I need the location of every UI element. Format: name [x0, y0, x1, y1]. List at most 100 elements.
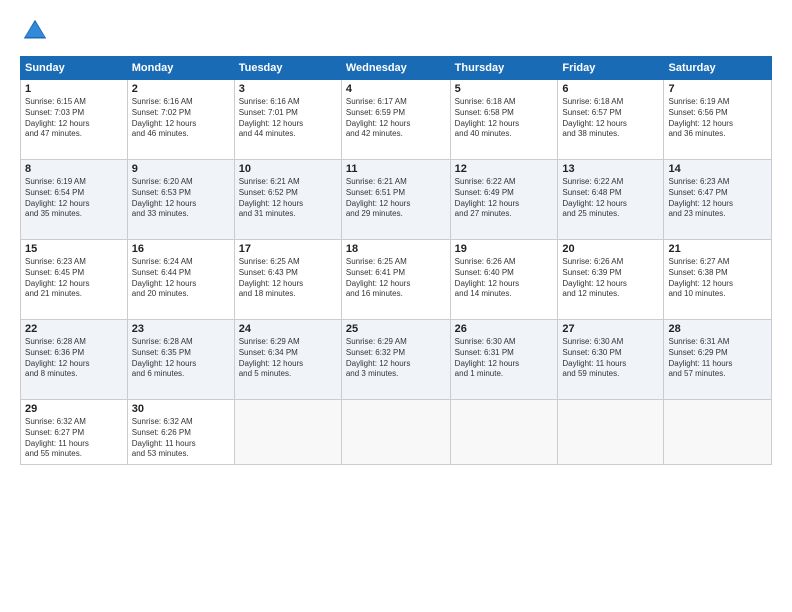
day-number: 5: [455, 83, 554, 95]
calendar-cell: 10Sunrise: 6:21 AM Sunset: 6:52 PM Dayli…: [234, 160, 341, 240]
header: [20, 16, 772, 46]
day-info: Sunrise: 6:26 AM Sunset: 6:39 PM Dayligh…: [562, 257, 659, 300]
calendar-week-row: 22 Sunrise: 6:28 AM Sunset: 6:36 PM Dayli…: [21, 320, 772, 400]
calendar-cell: 12Sunrise: 6:22 AM Sunset: 6:49 PM Dayli…: [450, 160, 558, 240]
calendar-cell: [664, 400, 772, 465]
day-info: Sunrise: 6:19 AM Sunset: 6:56 PM Dayligh…: [668, 97, 767, 140]
day-number: 3: [239, 83, 337, 95]
day-number: 20: [562, 243, 659, 255]
calendar-cell: [558, 400, 664, 465]
calendar-cell: 18 Sunrise: 6:25 AM Sunset: 6:41 PM Dayli…: [341, 240, 450, 320]
calendar-cell: 20 Sunrise: 6:26 AM Sunset: 6:39 PM Dayli…: [558, 240, 664, 320]
calendar-week-row: 1Sunrise: 6:15 AM Sunset: 7:03 PM Daylig…: [21, 80, 772, 160]
day-number: 25: [346, 323, 446, 335]
calendar-cell: 15Sunrise: 6:23 AM Sunset: 6:45 PM Dayli…: [21, 240, 128, 320]
day-number: 11: [346, 163, 446, 175]
calendar-cell: 9Sunrise: 6:20 AM Sunset: 6:53 PM Daylig…: [127, 160, 234, 240]
calendar-cell: [341, 400, 450, 465]
day-info: Sunrise: 6:16 AM Sunset: 7:02 PM Dayligh…: [132, 97, 230, 140]
day-number: 30: [132, 403, 230, 415]
day-number: 6: [562, 83, 659, 95]
day-number: 24: [239, 323, 337, 335]
calendar-cell: 25 Sunrise: 6:29 AM Sunset: 6:32 PM Dayli…: [341, 320, 450, 400]
weekday-header-row: SundayMondayTuesdayWednesdayThursdayFrid…: [21, 57, 772, 80]
day-info: Sunrise: 6:30 AM Sunset: 6:30 PM Dayligh…: [562, 337, 659, 380]
calendar-cell: 27 Sunrise: 6:30 AM Sunset: 6:30 PM Dayli…: [558, 320, 664, 400]
day-info: Sunrise: 6:17 AM Sunset: 6:59 PM Dayligh…: [346, 97, 446, 140]
day-info: Sunrise: 6:23 AM Sunset: 6:45 PM Dayligh…: [25, 257, 123, 300]
logo-icon: [20, 16, 50, 46]
day-number: 23: [132, 323, 230, 335]
day-number: 4: [346, 83, 446, 95]
day-info: Sunrise: 6:32 AM Sunset: 6:27 PM Dayligh…: [25, 417, 123, 460]
day-info: Sunrise: 6:32 AM Sunset: 6:26 PM Dayligh…: [132, 417, 230, 460]
calendar-cell: 14Sunrise: 6:23 AM Sunset: 6:47 PM Dayli…: [664, 160, 772, 240]
day-number: 26: [455, 323, 554, 335]
day-info: Sunrise: 6:26 AM Sunset: 6:40 PM Dayligh…: [455, 257, 554, 300]
calendar-week-row: 8 Sunrise: 6:19 AM Sunset: 6:54 PM Daylig…: [21, 160, 772, 240]
day-info: Sunrise: 6:21 AM Sunset: 6:52 PM Dayligh…: [239, 177, 337, 220]
calendar-cell: 6 Sunrise: 6:18 AM Sunset: 6:57 PM Daylig…: [558, 80, 664, 160]
calendar-cell: 2 Sunrise: 6:16 AM Sunset: 7:02 PM Daylig…: [127, 80, 234, 160]
calendar-cell: 21 Sunrise: 6:27 AM Sunset: 6:38 PM Dayli…: [664, 240, 772, 320]
calendar-cell: 11 Sunrise: 6:21 AM Sunset: 6:51 PM Dayli…: [341, 160, 450, 240]
day-number: 18: [346, 243, 446, 255]
calendar-cell: [234, 400, 341, 465]
calendar-week-row: 15Sunrise: 6:23 AM Sunset: 6:45 PM Dayli…: [21, 240, 772, 320]
day-info: Sunrise: 6:30 AM Sunset: 6:31 PM Dayligh…: [455, 337, 554, 380]
day-info: Sunrise: 6:21 AM Sunset: 6:51 PM Dayligh…: [346, 177, 446, 220]
day-info: Sunrise: 6:25 AM Sunset: 6:43 PM Dayligh…: [239, 257, 337, 300]
day-info: Sunrise: 6:29 AM Sunset: 6:32 PM Dayligh…: [346, 337, 446, 380]
calendar-cell: 3 Sunrise: 6:16 AM Sunset: 7:01 PM Daylig…: [234, 80, 341, 160]
calendar-cell: 7 Sunrise: 6:19 AM Sunset: 6:56 PM Daylig…: [664, 80, 772, 160]
weekday-header-saturday: Saturday: [664, 57, 772, 80]
calendar-cell: [450, 400, 558, 465]
day-info: Sunrise: 6:16 AM Sunset: 7:01 PM Dayligh…: [239, 97, 337, 140]
day-number: 1: [25, 83, 123, 95]
day-number: 7: [668, 83, 767, 95]
calendar-table: SundayMondayTuesdayWednesdayThursdayFrid…: [20, 56, 772, 465]
day-info: Sunrise: 6:18 AM Sunset: 6:57 PM Dayligh…: [562, 97, 659, 140]
day-number: 13: [562, 163, 659, 175]
calendar-cell: 1Sunrise: 6:15 AM Sunset: 7:03 PM Daylig…: [21, 80, 128, 160]
calendar-cell: 29 Sunrise: 6:32 AM Sunset: 6:27 PM Dayli…: [21, 400, 128, 465]
day-number: 27: [562, 323, 659, 335]
day-info: Sunrise: 6:24 AM Sunset: 6:44 PM Dayligh…: [132, 257, 230, 300]
calendar-cell: 28Sunrise: 6:31 AM Sunset: 6:29 PM Dayli…: [664, 320, 772, 400]
day-info: Sunrise: 6:25 AM Sunset: 6:41 PM Dayligh…: [346, 257, 446, 300]
day-info: Sunrise: 6:31 AM Sunset: 6:29 PM Dayligh…: [668, 337, 767, 380]
day-number: 17: [239, 243, 337, 255]
weekday-header-friday: Friday: [558, 57, 664, 80]
day-number: 12: [455, 163, 554, 175]
day-number: 9: [132, 163, 230, 175]
day-number: 16: [132, 243, 230, 255]
weekday-header-sunday: Sunday: [21, 57, 128, 80]
day-number: 2: [132, 83, 230, 95]
calendar-cell: 4 Sunrise: 6:17 AM Sunset: 6:59 PM Daylig…: [341, 80, 450, 160]
day-info: Sunrise: 6:28 AM Sunset: 6:35 PM Dayligh…: [132, 337, 230, 380]
day-number: 8: [25, 163, 123, 175]
day-info: Sunrise: 6:22 AM Sunset: 6:48 PM Dayligh…: [562, 177, 659, 220]
calendar-cell: 26 Sunrise: 6:30 AM Sunset: 6:31 PM Dayli…: [450, 320, 558, 400]
day-number: 19: [455, 243, 554, 255]
calendar-cell: 23 Sunrise: 6:28 AM Sunset: 6:35 PM Dayli…: [127, 320, 234, 400]
logo: [20, 16, 56, 46]
day-info: Sunrise: 6:19 AM Sunset: 6:54 PM Dayligh…: [25, 177, 123, 220]
weekday-header-monday: Monday: [127, 57, 234, 80]
calendar-cell: 8 Sunrise: 6:19 AM Sunset: 6:54 PM Daylig…: [21, 160, 128, 240]
calendar-page: SundayMondayTuesdayWednesdayThursdayFrid…: [0, 0, 792, 612]
weekday-header-wednesday: Wednesday: [341, 57, 450, 80]
day-info: Sunrise: 6:23 AM Sunset: 6:47 PM Dayligh…: [668, 177, 767, 220]
day-number: 21: [668, 243, 767, 255]
weekday-header-thursday: Thursday: [450, 57, 558, 80]
day-number: 22: [25, 323, 123, 335]
calendar-cell: 22 Sunrise: 6:28 AM Sunset: 6:36 PM Dayli…: [21, 320, 128, 400]
day-info: Sunrise: 6:27 AM Sunset: 6:38 PM Dayligh…: [668, 257, 767, 300]
calendar-cell: 30 Sunrise: 6:32 AM Sunset: 6:26 PM Dayli…: [127, 400, 234, 465]
day-info: Sunrise: 6:28 AM Sunset: 6:36 PM Dayligh…: [25, 337, 123, 380]
day-info: Sunrise: 6:18 AM Sunset: 6:58 PM Dayligh…: [455, 97, 554, 140]
day-info: Sunrise: 6:29 AM Sunset: 6:34 PM Dayligh…: [239, 337, 337, 380]
calendar-week-row: 29 Sunrise: 6:32 AM Sunset: 6:27 PM Dayli…: [21, 400, 772, 465]
calendar-cell: 24 Sunrise: 6:29 AM Sunset: 6:34 PM Dayli…: [234, 320, 341, 400]
day-number: 29: [25, 403, 123, 415]
